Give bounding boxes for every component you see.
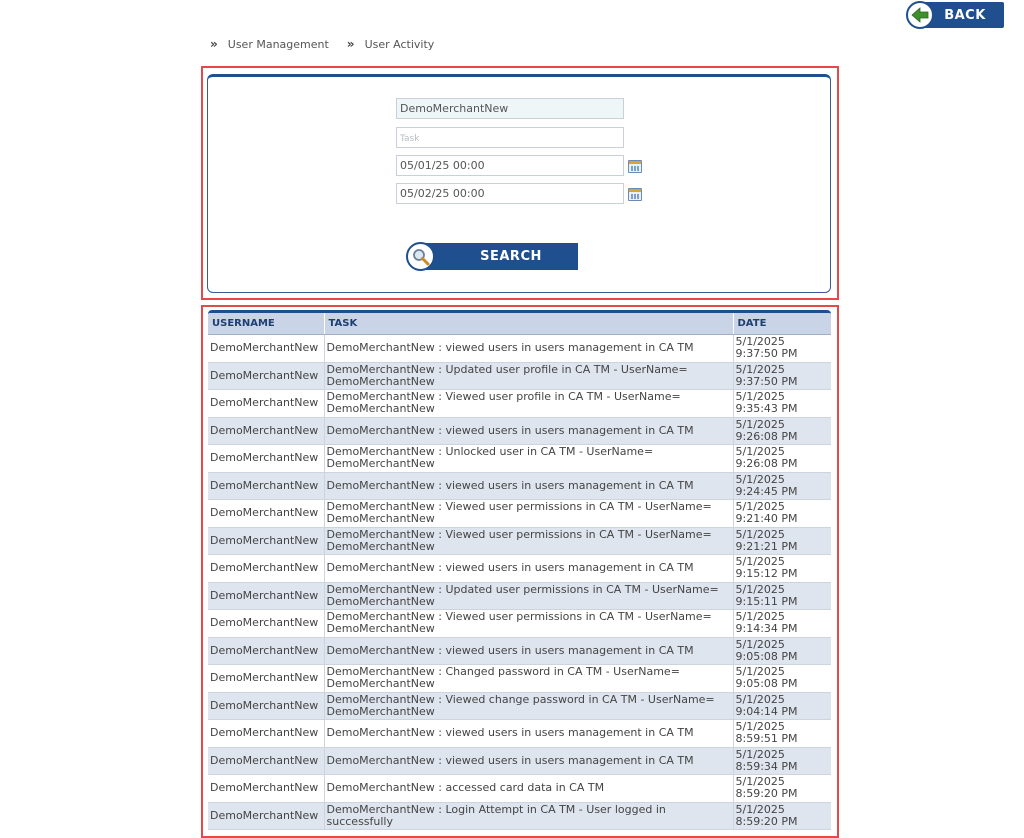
cell-username: DemoMerchantNew: [208, 444, 325, 473]
cell-username: DemoMerchantNew: [208, 692, 325, 720]
cell-task: DemoMerchantNew : viewed users in users …: [324, 554, 734, 583]
cell-date: 5/1/2025 9:21:40 PM: [733, 499, 831, 528]
back-button[interactable]: BACK: [906, 1, 1004, 29]
task-field[interactable]: [396, 127, 624, 148]
table-row: DemoMerchantNew DemoMerchantNew : Unlock…: [208, 444, 831, 473]
cell-username: DemoMerchantNew: [208, 472, 325, 500]
cell-username: DemoMerchantNew: [208, 362, 325, 390]
column-header-username[interactable]: USERNAME: [208, 313, 325, 335]
table-row: DemoMerchantNew DemoMerchantNew : Viewed…: [208, 499, 831, 528]
cell-task: DemoMerchantNew : Viewed user permission…: [324, 609, 734, 638]
cell-username: DemoMerchantNew: [208, 554, 325, 583]
breadcrumb: » User Management » User Activity: [210, 37, 434, 51]
table-row: DemoMerchantNew DemoMerchantNew : Login …: [208, 802, 831, 830]
arrow-left-icon: [906, 1, 934, 29]
cell-date: 5/1/2025 9:35:43 PM: [733, 389, 831, 418]
cell-task: DemoMerchantNew : Unlocked user in CA TM…: [324, 444, 734, 473]
cell-task: DemoMerchantNew : Viewed change password…: [324, 692, 734, 720]
cell-task: DemoMerchantNew : Changed password in CA…: [324, 664, 734, 693]
cell-username: DemoMerchantNew: [208, 527, 325, 555]
cell-date: 5/1/2025 9:24:45 PM: [733, 472, 831, 500]
cell-date: 5/1/2025 8:59:20 PM: [733, 774, 831, 803]
table-row: DemoMerchantNew DemoMerchantNew : viewed…: [208, 719, 831, 748]
cell-username: DemoMerchantNew: [208, 719, 325, 748]
cell-username: DemoMerchantNew: [208, 609, 325, 638]
search-button[interactable]: SEARCH: [406, 242, 578, 271]
cell-task: DemoMerchantNew : viewed users in users …: [324, 719, 734, 748]
results-table-container: USERNAME TASK DATE DemoMerchantNew DemoM…: [208, 310, 831, 831]
cell-username: DemoMerchantNew: [208, 774, 325, 803]
column-header-date[interactable]: DATE: [733, 313, 831, 335]
cell-task: DemoMerchantNew : Updated user permissio…: [324, 582, 734, 610]
cell-date: 5/1/2025 8:59:51 PM: [733, 719, 831, 748]
cell-date: 5/1/2025 9:05:08 PM: [733, 637, 831, 665]
breadcrumb-user-activity: User Activity: [364, 37, 435, 51]
breadcrumb-user-management[interactable]: User Management: [228, 38, 329, 51]
username-field[interactable]: [396, 98, 624, 119]
table-row: DemoMerchantNew DemoMerchantNew : viewed…: [208, 554, 831, 583]
table-row: DemoMerchantNew DemoMerchantNew : Viewed…: [208, 527, 831, 555]
cell-username: DemoMerchantNew: [208, 747, 325, 775]
cell-task: DemoMerchantNew : viewed users in users …: [324, 417, 734, 445]
cell-task: DemoMerchantNew : viewed users in users …: [324, 472, 734, 500]
table-row: DemoMerchantNew DemoMerchantNew : viewed…: [208, 334, 831, 363]
table-row: DemoMerchantNew DemoMerchantNew : Viewed…: [208, 692, 831, 720]
cell-date: 5/1/2025 8:59:34 PM: [733, 747, 831, 775]
cell-date: 5/1/2025 8:59:20 PM: [733, 802, 831, 830]
cell-date: 5/1/2025 9:05:08 PM: [733, 664, 831, 693]
table-row: DemoMerchantNew DemoMerchantNew : Update…: [208, 582, 831, 610]
calendar-icon[interactable]: [628, 188, 642, 201]
table-row: DemoMerchantNew DemoMerchantNew : viewed…: [208, 417, 831, 445]
cell-date: 5/1/2025 9:14:34 PM: [733, 609, 831, 638]
activity-table: USERNAME TASK DATE DemoMerchantNew DemoM…: [208, 313, 831, 830]
cell-task: DemoMerchantNew : Viewed user permission…: [324, 499, 734, 528]
cell-task: DemoMerchantNew : viewed users in users …: [324, 637, 734, 665]
date-from-field[interactable]: [396, 155, 624, 176]
column-header-task[interactable]: TASK: [324, 313, 734, 335]
cell-username: DemoMerchantNew: [208, 802, 325, 830]
cell-username: DemoMerchantNew: [208, 334, 325, 363]
search-button-label: SEARCH: [420, 243, 578, 270]
cell-date: 5/1/2025 9:15:11 PM: [733, 582, 831, 610]
cell-date: 5/1/2025 9:21:21 PM: [733, 527, 831, 555]
table-row: DemoMerchantNew DemoMerchantNew : Viewed…: [208, 609, 831, 638]
table-row: DemoMerchantNew DemoMerchantNew : Viewed…: [208, 389, 831, 418]
cell-username: DemoMerchantNew: [208, 664, 325, 693]
cell-username: DemoMerchantNew: [208, 637, 325, 665]
double-chevron-icon: »: [210, 37, 218, 51]
date-to-field[interactable]: [396, 183, 624, 204]
cell-username: DemoMerchantNew: [208, 582, 325, 610]
table-row: DemoMerchantNew DemoMerchantNew : Update…: [208, 362, 831, 390]
table-row: DemoMerchantNew DemoMerchantNew : viewed…: [208, 747, 831, 775]
cell-task: DemoMerchantNew : viewed users in users …: [324, 747, 734, 775]
cell-task: DemoMerchantNew : Viewed user profile in…: [324, 389, 734, 418]
cell-task: DemoMerchantNew : accessed card data in …: [324, 774, 734, 803]
cell-username: DemoMerchantNew: [208, 389, 325, 418]
cell-task: DemoMerchantNew : Updated user profile i…: [324, 362, 734, 390]
cell-date: 5/1/2025 9:37:50 PM: [733, 362, 831, 390]
table-row: DemoMerchantNew DemoMerchantNew : access…: [208, 774, 831, 803]
cell-task: DemoMerchantNew : viewed users in users …: [324, 334, 734, 363]
table-row: DemoMerchantNew DemoMerchantNew : viewed…: [208, 472, 831, 500]
magnifier-icon: [406, 242, 435, 271]
table-row: DemoMerchantNew DemoMerchantNew : Change…: [208, 664, 831, 693]
cell-date: 5/1/2025 9:26:08 PM: [733, 444, 831, 473]
table-row: DemoMerchantNew DemoMerchantNew : viewed…: [208, 637, 831, 665]
cell-username: DemoMerchantNew: [208, 417, 325, 445]
calendar-icon[interactable]: [628, 160, 642, 173]
table-header-row: USERNAME TASK DATE: [208, 313, 831, 335]
double-chevron-icon: »: [346, 37, 355, 51]
cell-task: DemoMerchantNew : Login Attempt in CA TM…: [324, 802, 734, 830]
cell-task: DemoMerchantNew : Viewed user permission…: [324, 527, 734, 555]
cell-date: 5/1/2025 9:26:08 PM: [733, 417, 831, 445]
cell-date: 5/1/2025 9:37:50 PM: [733, 334, 831, 363]
cell-username: DemoMerchantNew: [208, 499, 325, 528]
cell-date: 5/1/2025 9:04:14 PM: [733, 692, 831, 720]
cell-date: 5/1/2025 9:15:12 PM: [733, 554, 831, 583]
